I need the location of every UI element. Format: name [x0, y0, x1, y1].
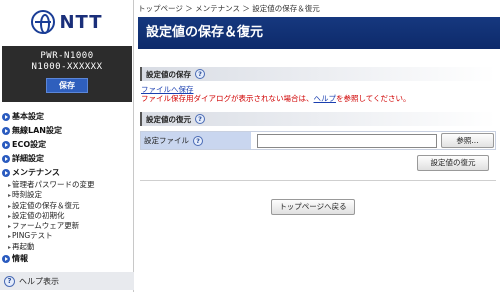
save-section-header: 設定値の保存 ?: [140, 67, 496, 81]
nav-item-factory-reset[interactable]: 設定値の初期化: [8, 211, 134, 221]
divider: [140, 180, 496, 181]
question-icon[interactable]: ?: [195, 69, 205, 79]
question-icon[interactable]: ?: [193, 135, 203, 146]
nav-item-ping-test[interactable]: PINGテスト: [8, 231, 134, 241]
maintenance-submenu: 管理者パスワードの変更 時刻設定 設定値の保存＆復元 設定値の初期化 ファームウ…: [0, 180, 134, 252]
question-icon: ?: [4, 275, 15, 287]
help-label: ヘルプ表示: [19, 276, 59, 286]
help-toggle[interactable]: ? ヘルプ表示: [0, 272, 134, 290]
sidebar: NTT PWR-N1000 N1000-XXXXXX 保存 基本設定 無線LAN…: [0, 0, 134, 292]
nav-eco-settings[interactable]: ECO設定: [0, 138, 134, 152]
breadcrumb: トップページ ＞ メンテナンス ＞ 設定値の保存＆復元: [138, 4, 320, 13]
save-warning-text: ファイル保存用ダイアログが表示されない場合は、ヘルプを参照してください。: [141, 94, 411, 103]
logo: NTT: [0, 0, 134, 44]
nav-item-reboot[interactable]: 再起動: [8, 242, 134, 252]
restore-settings-button[interactable]: 設定値の復元: [417, 155, 489, 171]
nav-item-admin-password[interactable]: 管理者パスワードの変更: [8, 180, 134, 190]
restore-section-title: 設定値の復元: [146, 114, 191, 124]
device-panel: PWR-N1000 N1000-XXXXXX 保存: [2, 46, 132, 102]
logo-text: NTT: [59, 11, 103, 33]
arrow-bullet-icon: [2, 255, 10, 264]
nav-basic-settings[interactable]: 基本設定: [0, 110, 134, 124]
save-button[interactable]: 保存: [46, 78, 88, 93]
arrow-bullet-icon: [2, 113, 10, 121]
arrow-bullet-icon: [2, 155, 10, 163]
device-model: PWR-N1000: [40, 51, 94, 61]
ntt-logo-icon: [31, 10, 56, 34]
browse-button[interactable]: 参照...: [441, 133, 494, 148]
page-title: 設定値の保存＆復元: [138, 17, 500, 49]
arrow-bullet-icon: [2, 127, 10, 135]
back-to-top-button[interactable]: トップページへ戻る: [271, 199, 355, 215]
question-icon[interactable]: ?: [195, 114, 205, 124]
settings-file-input[interactable]: [257, 133, 437, 148]
nav-item-save-restore[interactable]: 設定値の保存＆復元: [8, 201, 134, 211]
settings-file-field: 参照...: [251, 132, 495, 149]
restore-section-header: 設定値の復元 ?: [140, 112, 496, 126]
nav-info[interactable]: 情報: [0, 252, 134, 266]
settings-file-label: 設定ファイル ?: [141, 132, 251, 149]
nav-maintenance[interactable]: メンテナンス: [0, 166, 134, 180]
save-section-title: 設定値の保存: [146, 69, 191, 79]
nav-detail-settings[interactable]: 詳細設定: [0, 152, 134, 166]
nav-wlan-settings[interactable]: 無線LAN設定: [0, 124, 134, 138]
settings-file-row: 設定ファイル ? 参照...: [140, 131, 496, 150]
arrow-bullet-icon: [2, 169, 10, 177]
sidebar-nav: 基本設定 無線LAN設定 ECO設定 詳細設定 メンテナンス 管理者パスワードの…: [0, 110, 134, 266]
arrow-bullet-icon: [2, 141, 10, 149]
nav-item-time-settings[interactable]: 時刻設定: [8, 190, 134, 200]
device-serial: N1000-XXXXXX: [31, 62, 103, 72]
nav-item-firmware-update[interactable]: ファームウェア更新: [8, 221, 134, 231]
help-link[interactable]: ヘルプ: [314, 94, 337, 103]
